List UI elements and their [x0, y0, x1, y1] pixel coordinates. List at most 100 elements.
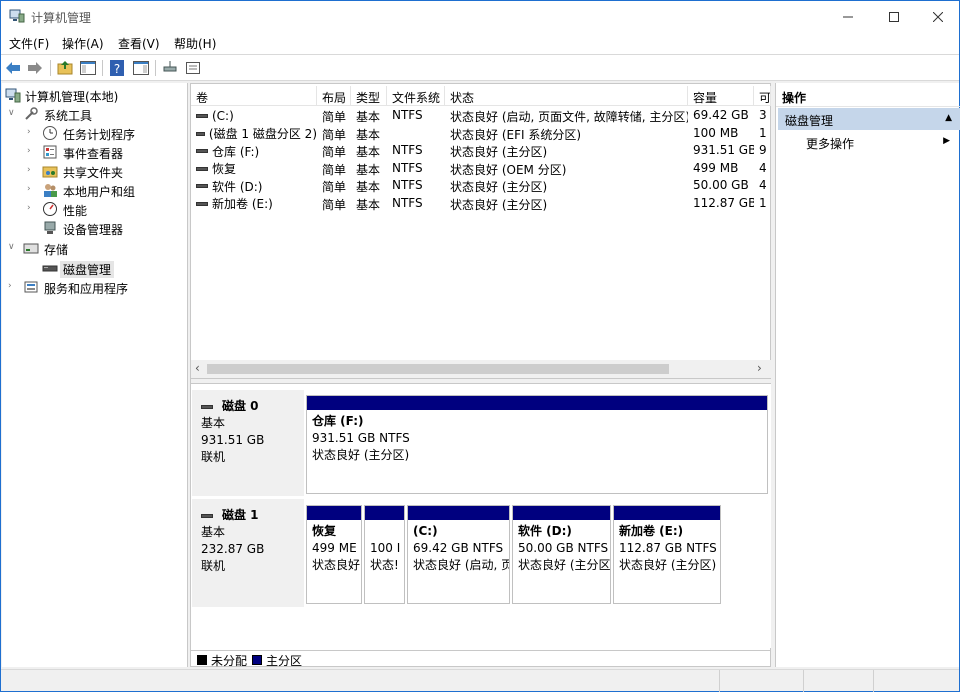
tree-label: 性能 — [63, 204, 88, 218]
volume-capacity: 931.51 GB — [693, 143, 754, 157]
scrollbar-thumb[interactable] — [207, 364, 669, 374]
tree-item-system-tools[interactable]: ∨ 系统工具 — [2, 105, 188, 124]
partition-recovery[interactable]: 恢复 499 ME 状态良好 — [306, 505, 362, 604]
event-viewer-icon — [43, 145, 57, 159]
legend-label: 主分区 — [266, 654, 303, 668]
chevron-right-icon[interactable]: › — [27, 146, 37, 156]
volume-name: 仓库 (F:) — [212, 144, 260, 159]
volume-row[interactable]: 软件 (D:) 简单 基本 NTFS 状态良好 (主分区) 50.00 GB 4 — [191, 177, 771, 195]
disk-1-label[interactable]: 磁盘 1 基本 232.87 GB 联机 — [192, 499, 304, 607]
close-button[interactable] — [915, 1, 960, 32]
partition-name: 恢复 — [312, 524, 337, 538]
menu-bar: 文件(F) 操作(A) 查看(V) 帮助(H) — [1, 32, 959, 54]
tree-item-root[interactable]: 计算机管理(本地) — [2, 86, 188, 105]
menu-view[interactable]: 查看(V) — [110, 32, 165, 54]
connect-icon[interactable] — [161, 59, 179, 77]
legend-label: 未分配 — [211, 654, 248, 668]
menu-action[interactable]: 操作(A) — [54, 32, 109, 54]
submenu-arrow-icon[interactable]: ▶ — [943, 136, 950, 146]
disk-name: 磁盘 0 — [222, 399, 259, 413]
volume-type: 基本 — [356, 145, 381, 159]
volume-status: 状态良好 (主分区) — [450, 180, 548, 194]
partition-f[interactable]: 仓库 (F:) 931.51 GB NTFS 状态良好 (主分区) — [306, 395, 768, 494]
tree-item-local-users[interactable]: › 本地用户和组 — [2, 181, 188, 200]
volume-row[interactable]: (C:) 简单 基本 NTFS 状态良好 (启动, 页面文件, 故障转储, 主分… — [191, 107, 771, 125]
tree-item-task-scheduler[interactable]: › 任务计划程序 — [2, 124, 188, 143]
chevron-right-icon[interactable]: › — [27, 203, 37, 213]
volume-row[interactable]: 新加卷 (E:) 简单 基本 NTFS 状态良好 (主分区) 112.87 GB… — [191, 195, 771, 213]
chevron-down-icon[interactable]: ∨ — [8, 242, 18, 252]
chevron-right-icon[interactable]: › — [27, 127, 37, 137]
disk-management-pane: 卷 布局 类型 文件系统 状态 容量 可 (C:) 简单 基本 NTFS 状态良… — [190, 83, 771, 668]
chevron-right-icon[interactable]: › — [27, 165, 37, 175]
partition-status: 状态良好 — [312, 558, 361, 572]
volume-capacity: 112.87 GB — [693, 195, 754, 210]
column-header-filesystem[interactable]: 文件系统 — [387, 86, 445, 106]
tree-item-shared-folders[interactable]: › 共享文件夹 — [2, 162, 188, 181]
up-folder-icon[interactable] — [56, 59, 74, 77]
actions-disk-management[interactable]: 磁盘管理 ▲ — [778, 108, 960, 130]
volume-type: 基本 — [356, 197, 381, 212]
close-icon — [933, 11, 943, 22]
volume-name: 新加卷 (E:) — [212, 197, 273, 212]
scroll-left-icon[interactable]: ‹ — [195, 361, 200, 375]
actions-header: 操作 — [776, 85, 960, 107]
chevron-right-icon[interactable]: › — [27, 184, 37, 194]
scroll-right-icon[interactable]: › — [757, 361, 762, 375]
status-cell — [873, 670, 959, 692]
volume-status: 状态良好 (OEM 分区) — [450, 162, 567, 177]
svg-text:?: ? — [114, 62, 120, 76]
partition-size: 112.87 GB NTFS — [619, 541, 717, 555]
tree-item-disk-management[interactable]: 磁盘管理 — [2, 259, 188, 278]
collapse-up-icon[interactable]: ▲ — [945, 113, 952, 123]
more-actions-link[interactable]: 更多操作 — [806, 135, 854, 152]
volume-row[interactable]: (磁盘 1 磁盘分区 2) 简单 基本 状态良好 (EFI 系统分区) 100 … — [191, 125, 771, 143]
tree-item-storage[interactable]: ∨ 存储 — [2, 239, 188, 258]
tree-item-services-apps[interactable]: › 服务和应用程序 — [2, 278, 188, 297]
volume-fs: NTFS — [392, 195, 423, 210]
disk-0-label[interactable]: 磁盘 0 基本 931.51 GB 联机 — [192, 390, 304, 496]
show-hide-console-tree-icon[interactable] — [79, 59, 97, 77]
forward-arrow-icon[interactable] — [26, 59, 44, 77]
chevron-right-icon[interactable]: › — [8, 281, 18, 291]
partition-c[interactable]: (C:) 69.42 GB NTFS 状态良好 (启动, 页 — [407, 505, 510, 604]
partition-size: 50.00 GB NTFS — [518, 541, 609, 555]
disk-icon — [201, 404, 213, 409]
help-icon[interactable]: ? — [108, 59, 126, 77]
partition-name: 仓库 (F:) — [312, 414, 364, 428]
volume-fs — [387, 125, 445, 143]
column-header-volume[interactable]: 卷 — [191, 86, 317, 106]
volume-type: 基本 — [356, 180, 381, 194]
partition-bar — [614, 506, 720, 520]
properties-icon[interactable] — [184, 59, 202, 77]
minimize-button[interactable] — [825, 1, 871, 32]
volume-layout: 简单 — [322, 180, 347, 194]
menu-help[interactable]: 帮助(H) — [166, 32, 226, 54]
back-arrow-icon[interactable] — [4, 59, 22, 77]
shared-folder-icon — [42, 166, 58, 178]
column-header-type[interactable]: 类型 — [351, 86, 387, 106]
partition-bar — [307, 396, 767, 410]
volume-row[interactable]: 仓库 (F:) 简单 基本 NTFS 状态良好 (主分区) 931.51 GB … — [191, 142, 771, 160]
volume-name: (磁盘 1 磁盘分区 2) — [208, 127, 317, 142]
column-header-layout[interactable]: 布局 — [317, 86, 351, 106]
menu-file[interactable]: 文件(F) — [1, 32, 53, 54]
volume-free: 1 — [759, 195, 767, 210]
volume-status: 状态良好 (启动, 页面文件, 故障转储, 主分区) — [450, 110, 688, 124]
partition-e[interactable]: 新加卷 (E:) 112.87 GB NTFS 状态良好 (主分区) — [613, 505, 721, 604]
column-header-capacity[interactable]: 容量 — [688, 86, 754, 106]
toolbar-separator — [155, 60, 156, 76]
tree-item-event-viewer[interactable]: › 事件查看器 — [2, 143, 188, 162]
chevron-down-icon[interactable]: ∨ — [8, 108, 18, 118]
maximize-button[interactable] — [871, 1, 917, 32]
partition-d[interactable]: 软件 (D:) 50.00 GB NTFS 状态良好 (主分区 — [512, 505, 611, 604]
column-header-status[interactable]: 状态 — [445, 86, 688, 106]
horizontal-scrollbar[interactable]: ‹ › — [191, 360, 771, 378]
volume-free: 3 — [759, 108, 767, 122]
tree-item-device-manager[interactable]: 设备管理器 — [2, 219, 188, 238]
show-hide-action-pane-icon[interactable] — [132, 59, 150, 77]
tree-item-performance[interactable]: › 性能 — [2, 200, 188, 219]
volume-row[interactable]: 恢复 简单 基本 NTFS 状态良好 (OEM 分区) 499 MB 4 — [191, 160, 771, 178]
column-header-free[interactable]: 可 — [754, 86, 771, 106]
partition-efi[interactable]: 100 I 状态! — [364, 505, 405, 604]
